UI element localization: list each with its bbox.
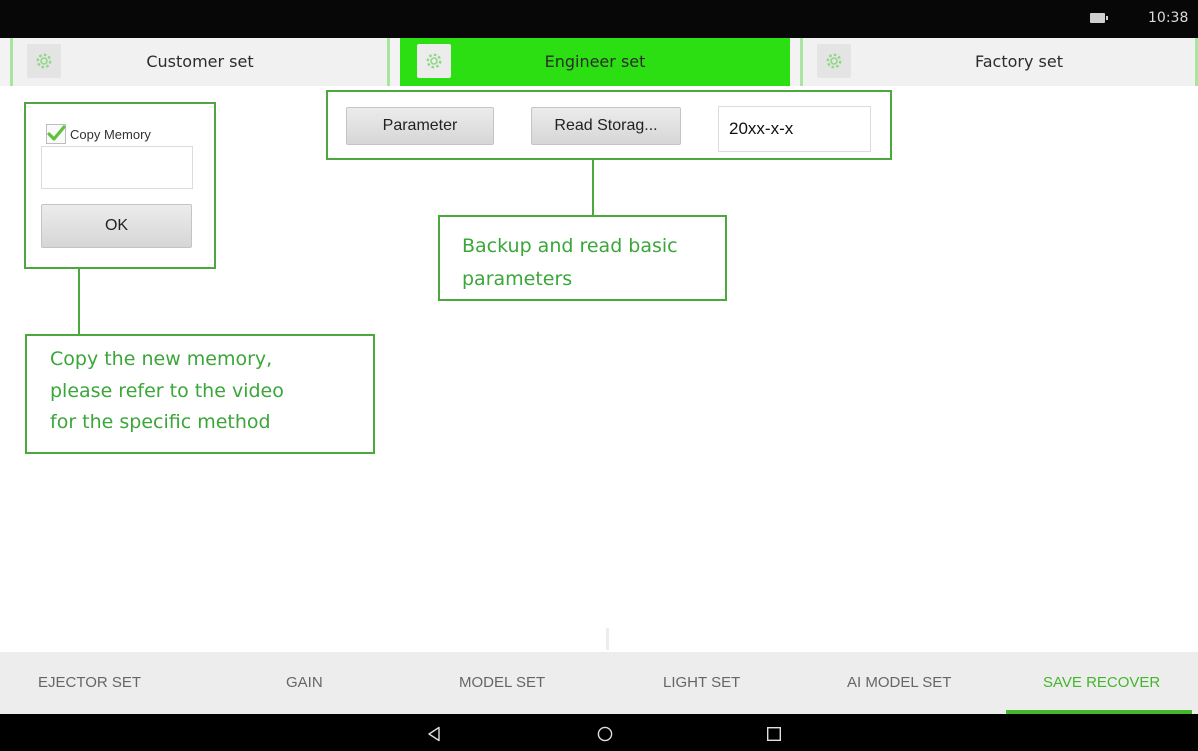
copy-callout-line bbox=[78, 269, 80, 335]
tab-label: Factory set bbox=[975, 52, 1063, 71]
tab-engineer-set[interactable]: Engineer set bbox=[400, 38, 790, 86]
scroll-indicator bbox=[606, 628, 609, 650]
nav-light-set[interactable]: LIGHT SET bbox=[663, 674, 740, 691]
check-icon bbox=[47, 125, 66, 141]
ok-button[interactable]: OK bbox=[41, 204, 192, 248]
nav-ejector-set[interactable]: EJECTOR SET bbox=[38, 674, 141, 691]
battery-icon bbox=[1090, 13, 1108, 23]
tab-factory-set[interactable]: Factory set bbox=[800, 38, 1198, 86]
copy-memory-label: Copy Memory bbox=[70, 127, 151, 142]
backup-callout-line bbox=[592, 160, 594, 216]
backup-callout-line-2: parameters bbox=[462, 268, 573, 290]
status-bar: 10:38 bbox=[0, 0, 1198, 38]
tab-label: Customer set bbox=[146, 52, 254, 71]
copy-callout-line-1: Copy the new memory, bbox=[50, 348, 273, 370]
system-nav-bar bbox=[0, 714, 1198, 751]
bottom-nav bbox=[0, 652, 1198, 714]
nav-model-set[interactable]: MODEL SET bbox=[459, 674, 545, 691]
copy-memory-checkbox[interactable] bbox=[46, 124, 66, 144]
read-storage-button[interactable]: Read Storag... bbox=[531, 107, 681, 145]
nav-save-recover[interactable]: SAVE RECOVER bbox=[1043, 674, 1160, 691]
home-icon[interactable] bbox=[597, 726, 613, 742]
tab-label: Engineer set bbox=[544, 52, 646, 71]
nav-ai-model-set[interactable]: AI MODEL SET bbox=[847, 674, 951, 691]
backup-callout-line-1: Backup and read basic bbox=[462, 235, 678, 257]
backup-date-field[interactable]: 20xx-x-x bbox=[718, 106, 871, 152]
copy-memory-input[interactable] bbox=[41, 146, 193, 189]
nav-gain[interactable]: GAIN bbox=[286, 674, 323, 691]
copy-callout-line-3: for the specific method bbox=[50, 411, 271, 433]
status-time: 10:38 bbox=[1148, 10, 1189, 26]
back-icon[interactable] bbox=[426, 726, 442, 742]
copy-callout-line-2: please refer to the video bbox=[50, 380, 284, 402]
tab-customer-set[interactable]: Customer set bbox=[10, 38, 390, 86]
parameter-button[interactable]: Parameter bbox=[346, 107, 494, 145]
recents-icon[interactable] bbox=[766, 726, 782, 742]
